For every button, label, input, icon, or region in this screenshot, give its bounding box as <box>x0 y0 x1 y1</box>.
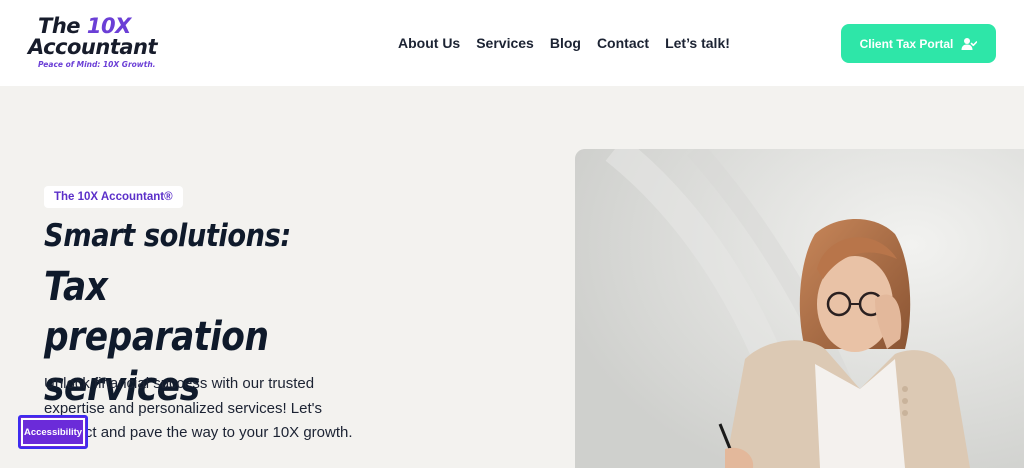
logo-line2: Accountant <box>28 35 158 59</box>
nav-about-us[interactable]: About Us <box>398 35 460 51</box>
client-tax-portal-button[interactable]: Client Tax Portal <box>841 24 996 63</box>
site-header: The 10X Accountant Peace of Mind: 10X Gr… <box>0 0 1024 86</box>
hero-badge: The 10X Accountant® <box>44 186 183 208</box>
nav-blog[interactable]: Blog <box>550 35 581 51</box>
site-logo[interactable]: The 10X Accountant Peace of Mind: 10X Gr… <box>28 14 158 72</box>
nav-contact[interactable]: Contact <box>597 35 649 51</box>
nav-lets-talk[interactable]: Let’s talk! <box>665 35 730 51</box>
hero-description: Unlock financial success with our truste… <box>44 375 353 441</box>
hero-title-line1: Smart solutions: <box>44 218 291 254</box>
user-check-icon <box>961 37 978 50</box>
accessibility-button[interactable]: Accessibility <box>18 415 88 449</box>
nav-services[interactable]: Services <box>476 35 534 51</box>
hero-image <box>575 149 1024 468</box>
portal-button-label: Client Tax Portal <box>859 36 954 51</box>
woman-writing-photo <box>575 149 1024 468</box>
main-nav: About Us Services Blog Contact Let’s tal… <box>398 35 730 51</box>
logo-tagline: Peace of Mind: 10X Growth. <box>38 60 156 69</box>
